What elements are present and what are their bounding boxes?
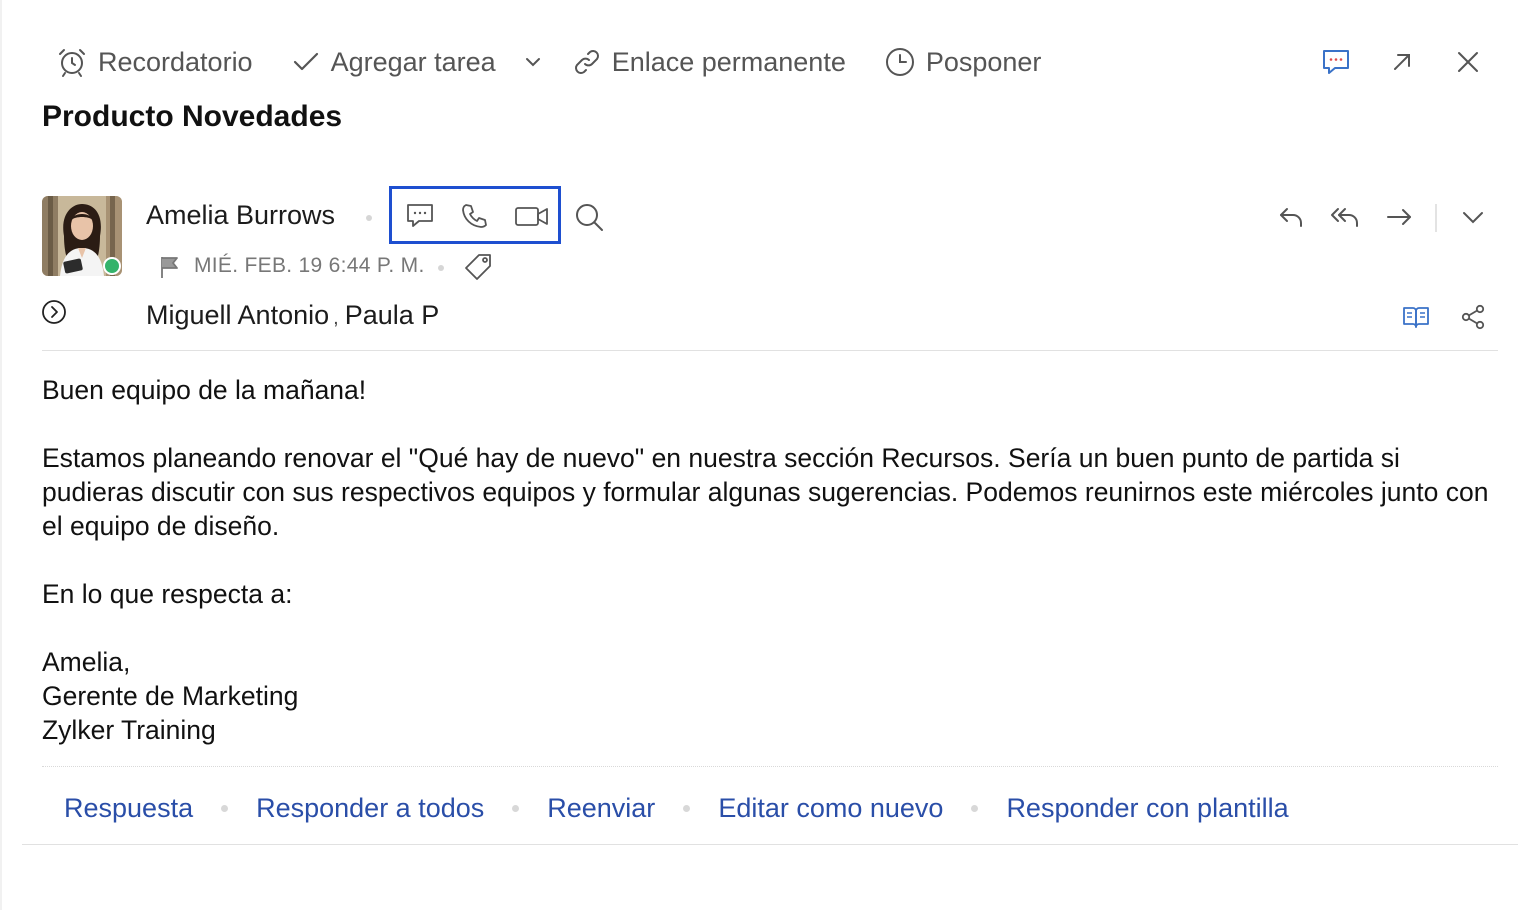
flag-button[interactable] bbox=[154, 252, 184, 282]
chat-icon bbox=[407, 204, 433, 227]
separator-dot bbox=[438, 265, 444, 271]
forward-button[interactable] bbox=[1382, 200, 1416, 234]
alarm-clock-icon bbox=[59, 49, 85, 77]
expand-details-button[interactable] bbox=[40, 298, 68, 326]
separator-dot bbox=[221, 804, 229, 812]
video-contact-button[interactable] bbox=[510, 198, 554, 234]
call-contact-button[interactable] bbox=[454, 198, 494, 234]
reply-all-link[interactable]: Responder a todos bbox=[256, 793, 484, 824]
email-subject: Producto Novedades bbox=[42, 100, 343, 133]
close-icon bbox=[1458, 52, 1478, 72]
permalink-label: Enlace permanente bbox=[611, 46, 846, 77]
separator-dot bbox=[683, 804, 691, 812]
separator-dot bbox=[971, 804, 979, 812]
footer-divider bbox=[42, 766, 1498, 767]
forward-link[interactable]: Reenviar bbox=[547, 793, 655, 824]
chat-button[interactable] bbox=[1318, 44, 1354, 80]
body-regarding: En lo que respecta a: bbox=[42, 579, 293, 609]
header-divider bbox=[42, 350, 1498, 351]
signature-name: Amelia, bbox=[42, 647, 131, 677]
more-actions-dropdown[interactable] bbox=[1456, 200, 1490, 234]
recipients-list: Miguell Antonio, Paula P bbox=[146, 300, 439, 331]
search-icon bbox=[576, 204, 603, 231]
actions-separator bbox=[1435, 204, 1437, 232]
forward-icon bbox=[1387, 209, 1411, 225]
tag-icon bbox=[465, 254, 491, 280]
snooze-button[interactable]: Posponer bbox=[884, 46, 1042, 78]
clock-icon bbox=[885, 48, 914, 76]
share-button[interactable] bbox=[1456, 300, 1490, 334]
reply-button[interactable] bbox=[1274, 200, 1308, 234]
footer-actions: Respuesta Responder a todos Reenviar Edi… bbox=[64, 788, 1289, 828]
close-button[interactable] bbox=[1450, 44, 1486, 80]
recipient-2[interactable]: Paula P bbox=[345, 300, 440, 330]
flag-icon bbox=[161, 257, 178, 278]
signature-title: Gerente de Marketing bbox=[42, 681, 299, 711]
expand-circle-icon bbox=[42, 300, 66, 324]
edit-as-new-link[interactable]: Editar como nuevo bbox=[718, 793, 943, 824]
email-date: MIÉ. FEB. 19 6:44 P. M. bbox=[194, 254, 425, 277]
chevron-down-icon bbox=[525, 58, 540, 67]
permalink-button[interactable]: Enlace permanente bbox=[572, 47, 846, 78]
recipient-1[interactable]: Miguell Antonio bbox=[146, 300, 329, 330]
reply-all-button[interactable] bbox=[1326, 200, 1364, 234]
share-icon bbox=[1461, 304, 1485, 330]
add-task-dropdown[interactable] bbox=[524, 53, 542, 71]
mail-toolbar: Recordatorio Agregar tarea Enlace perman… bbox=[56, 38, 1079, 86]
reply-link[interactable]: Respuesta bbox=[64, 793, 193, 824]
phone-icon bbox=[462, 204, 487, 228]
popout-arrow-icon bbox=[1394, 54, 1410, 70]
sender-name[interactable]: Amelia Burrows bbox=[146, 200, 335, 231]
bottom-divider bbox=[22, 844, 1518, 845]
body-greeting: Buen equipo de la mañana! bbox=[42, 375, 367, 405]
snooze-label: Posponer bbox=[925, 46, 1042, 77]
link-icon bbox=[574, 50, 599, 74]
left-edge bbox=[0, 0, 2, 910]
reply-all-icon bbox=[1331, 208, 1358, 227]
reply-icon bbox=[1280, 208, 1302, 227]
checkmark-icon bbox=[293, 52, 318, 71]
reply-with-template-link[interactable]: Responder con plantilla bbox=[1006, 793, 1288, 824]
chat-contact-button[interactable] bbox=[400, 198, 440, 234]
add-task-label: Agregar tarea bbox=[330, 46, 496, 77]
presence-status-online bbox=[103, 257, 121, 275]
reminder-label: Recordatorio bbox=[98, 46, 253, 77]
reading-mode-button[interactable] bbox=[1398, 300, 1434, 334]
search-contact-button[interactable] bbox=[570, 198, 608, 236]
chevron-down-icon bbox=[1463, 212, 1483, 224]
video-icon bbox=[515, 207, 548, 226]
email-body: Buen equipo de la mañana! Estamos planea… bbox=[42, 373, 1498, 747]
chat-icon bbox=[1323, 50, 1349, 74]
add-task-button[interactable]: Agregar tarea bbox=[291, 47, 496, 78]
tag-button[interactable] bbox=[460, 250, 496, 284]
separator-dot bbox=[512, 804, 520, 812]
popout-button[interactable] bbox=[1384, 44, 1420, 80]
reminder-button[interactable]: Recordatorio bbox=[56, 46, 253, 78]
separator-dot bbox=[366, 215, 372, 221]
body-paragraph: Estamos planeando renovar el "Qué hay de… bbox=[42, 443, 1489, 541]
book-icon bbox=[1403, 307, 1429, 328]
signature-company: Zylker Training bbox=[42, 715, 216, 745]
recipient-separator: , bbox=[333, 307, 339, 329]
